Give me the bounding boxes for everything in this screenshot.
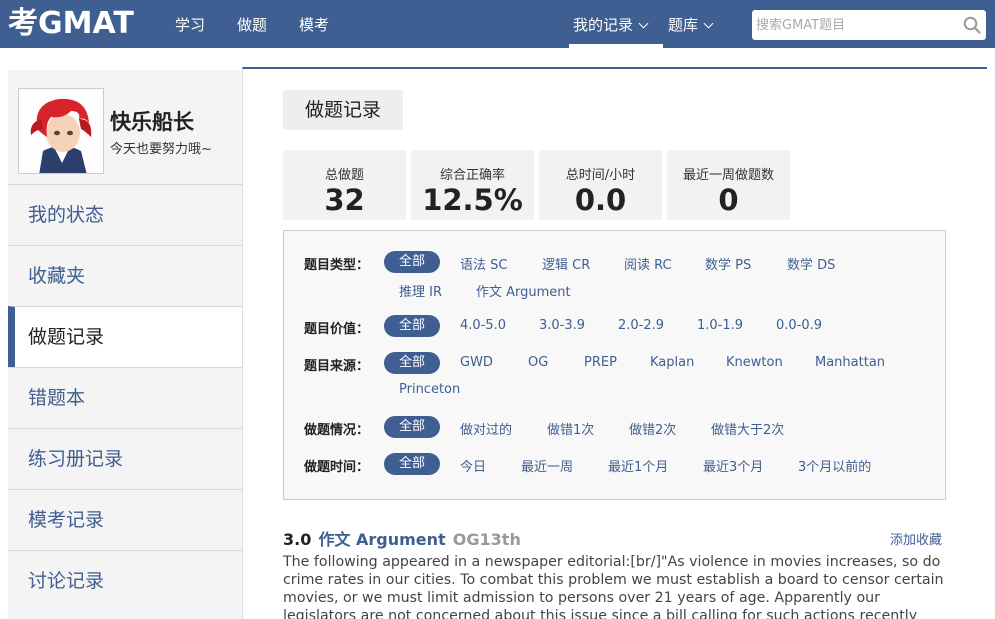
sidebar-item-discussion-records[interactable]: 讨论记录 xyxy=(8,550,243,611)
filter-type-option[interactable]: 阅读 RC xyxy=(624,254,672,273)
main-panel: 做题记录 总做题 32 综合正确率 12.5% 总时间/小时 0.0 最近一周做… xyxy=(242,67,987,619)
sidebar-item-my-status[interactable]: 我的状态 xyxy=(8,184,243,245)
filter-value-all[interactable]: 全部 xyxy=(384,315,440,337)
filter-value-option[interactable]: 0.0-0.9 xyxy=(776,318,822,333)
nav-practice[interactable]: 做题 xyxy=(237,0,267,48)
question-source: OG13th xyxy=(452,530,521,549)
site-logo[interactable]: 考GMAT xyxy=(8,6,134,42)
filter-time-all[interactable]: 全部 xyxy=(384,453,440,475)
filter-source-option[interactable]: GWD xyxy=(460,355,493,370)
stat-label: 总做题 xyxy=(324,168,364,183)
question-header: 3.0 作文 Argument OG13th xyxy=(283,526,521,550)
stat-weekly-count: 最近一周做题数 0 xyxy=(667,150,790,220)
question-text[interactable]: The following appeared in a newspaper ed… xyxy=(283,553,953,619)
filter-status-option[interactable]: 做对过的 xyxy=(460,419,512,438)
user-name: 快乐船长 xyxy=(110,110,194,134)
avatar-image xyxy=(19,89,103,173)
stat-accuracy: 综合正确率 12.5% xyxy=(411,150,534,220)
filter-time-option[interactable]: 最近一周 xyxy=(521,456,573,475)
filter-source-option[interactable]: Princeton xyxy=(399,382,460,397)
stat-value: 12.5% xyxy=(422,183,523,217)
filter-time-option[interactable]: 3个月以前的 xyxy=(798,456,871,475)
search-icon[interactable] xyxy=(963,16,981,34)
nav-my-records-label: 我的记录 xyxy=(573,16,634,34)
filter-source-all[interactable]: 全部 xyxy=(384,352,440,374)
sidebar-item-practice-records[interactable]: 做题记录 xyxy=(8,306,244,367)
filter-source-option[interactable]: Knewton xyxy=(726,355,783,370)
filter-type-option[interactable]: 推理 IR xyxy=(399,281,442,300)
filter-source-option[interactable]: Manhattan xyxy=(815,355,885,370)
add-favorite-button[interactable]: 添加收藏 xyxy=(890,529,942,548)
nav-active-indicator xyxy=(569,44,663,48)
top-nav-bar: 考GMAT 学习 做题 模考 我的记录 题库 xyxy=(0,0,995,48)
question-score: 3.0 xyxy=(283,530,312,549)
filter-value-option[interactable]: 2.0-2.9 xyxy=(618,318,664,333)
page-title: 做题记录 xyxy=(283,90,403,130)
stat-value: 32 xyxy=(324,183,365,217)
sidebar: 快乐船长 今天也要努力哦~ 我的状态 收藏夹 做题记录 错题本 练习册记录 模考… xyxy=(8,70,244,619)
filter-status-all[interactable]: 全部 xyxy=(384,416,440,438)
chevron-down-icon xyxy=(638,18,649,29)
filter-time-option[interactable]: 最近1个月 xyxy=(608,456,668,475)
filter-value-label: 题目价值： xyxy=(304,322,370,337)
stat-total-questions: 总做题 32 xyxy=(283,150,406,220)
avatar[interactable] xyxy=(18,88,104,174)
sidebar-item-mistake-book[interactable]: 错题本 xyxy=(8,367,243,428)
stat-label: 总时间/小时 xyxy=(565,168,636,183)
filter-type-option[interactable]: 逻辑 CR xyxy=(542,254,590,273)
filter-status-option[interactable]: 做错2次 xyxy=(629,419,676,438)
filter-source-option[interactable]: OG xyxy=(528,355,548,370)
nav-my-records[interactable]: 我的记录 xyxy=(573,0,649,48)
search-input[interactable] xyxy=(756,14,956,36)
chevron-down-icon xyxy=(703,18,714,29)
sidebar-item-mock-records[interactable]: 模考记录 xyxy=(8,489,243,550)
stat-label: 最近一周做题数 xyxy=(682,168,774,183)
filter-type-label: 题目类型： xyxy=(304,258,370,273)
filter-time-label: 做题时间： xyxy=(304,460,370,475)
user-signature: 今天也要努力哦~ xyxy=(110,142,212,157)
user-profile: 快乐船长 今天也要努力哦~ xyxy=(8,70,243,184)
filter-status-option[interactable]: 做错大于2次 xyxy=(711,419,784,438)
filter-type-option[interactable]: 数学 DS xyxy=(787,254,835,273)
filter-source-option[interactable]: Kaplan xyxy=(650,355,694,370)
filter-time-option[interactable]: 最近3个月 xyxy=(703,456,763,475)
stat-label: 综合正确率 xyxy=(439,168,505,183)
filter-status-option[interactable]: 做错1次 xyxy=(547,419,594,438)
filter-value-option[interactable]: 3.0-3.9 xyxy=(539,318,585,333)
nav-study[interactable]: 学习 xyxy=(175,0,205,48)
filter-source-option[interactable]: PREP xyxy=(584,355,617,370)
stat-value: 0 xyxy=(718,183,739,217)
filter-type-all[interactable]: 全部 xyxy=(384,251,440,273)
stat-value: 0.0 xyxy=(574,183,627,217)
nav-mock-exam[interactable]: 模考 xyxy=(299,0,329,48)
stat-total-time: 总时间/小时 0.0 xyxy=(539,150,662,220)
filter-type-option[interactable]: 语法 SC xyxy=(460,254,507,273)
nav-question-bank-label: 题库 xyxy=(668,16,699,34)
filter-panel: 题目类型： 全部 语法 SC 逻辑 CR 阅读 RC 数学 PS 数学 DS 推… xyxy=(283,230,946,500)
filter-time-option[interactable]: 今日 xyxy=(460,456,486,475)
nav-question-bank[interactable]: 题库 xyxy=(668,0,714,48)
filter-value-option[interactable]: 1.0-1.9 xyxy=(697,318,743,333)
filter-type-option[interactable]: 作文 Argument xyxy=(476,281,571,300)
filter-value-option[interactable]: 4.0-5.0 xyxy=(460,318,506,333)
question-type-link[interactable]: 作文 Argument xyxy=(318,530,445,549)
filter-type-option[interactable]: 数学 PS xyxy=(705,254,751,273)
filter-status-label: 做题情况： xyxy=(304,423,370,438)
search-box xyxy=(752,10,986,40)
filter-source-label: 题目来源： xyxy=(304,359,370,374)
sidebar-item-favorites[interactable]: 收藏夹 xyxy=(8,245,243,306)
sidebar-item-workbook-records[interactable]: 练习册记录 xyxy=(8,428,243,489)
